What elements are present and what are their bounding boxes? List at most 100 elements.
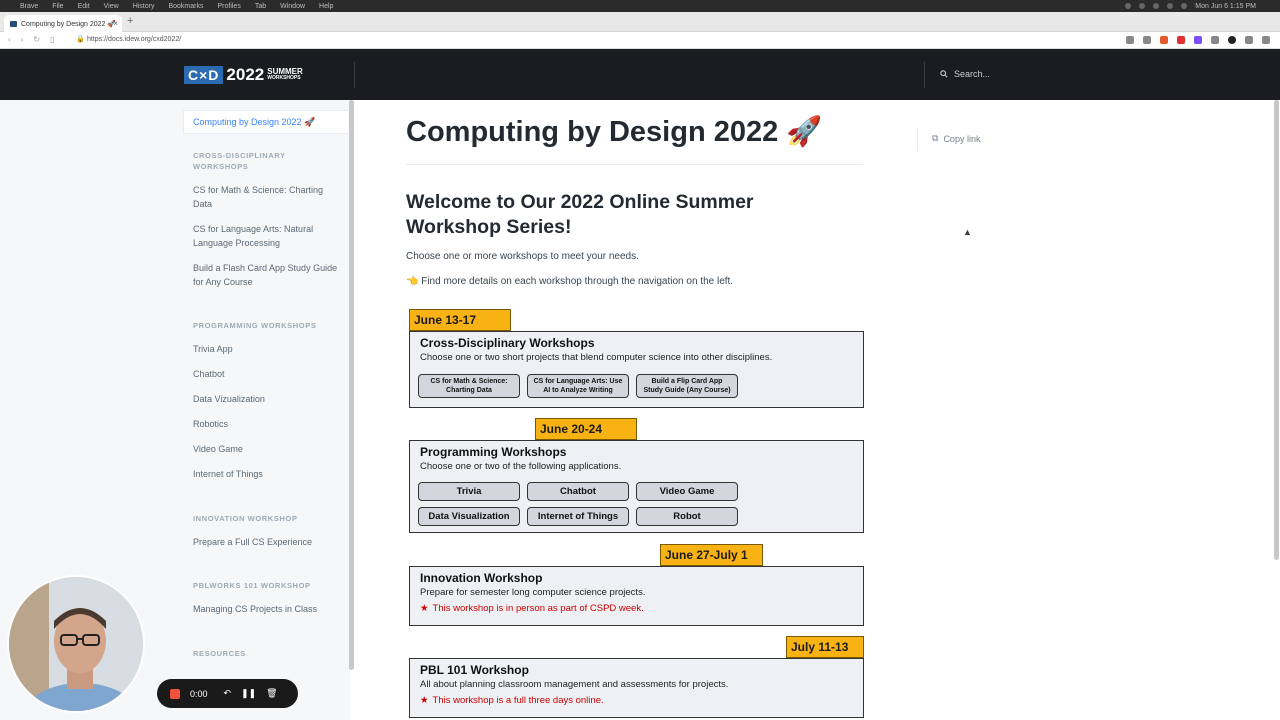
browser-tab-strip: Computing by Design 2022 🚀 × +: [0, 12, 1280, 32]
sidebar-item-data-viz[interactable]: Data Vizualization: [193, 393, 338, 407]
menu-file[interactable]: File: [52, 3, 63, 10]
menu-help[interactable]: Help: [319, 3, 333, 10]
sidebar-item-language-arts[interactable]: CS for Language Arts: Natural Language P…: [193, 223, 338, 250]
sidebar-heading-pblworks: PBLWORKS 101 WORKSHOP: [193, 581, 311, 590]
sidebar-heading-innovation: INNOVATION WORKSHOP: [193, 514, 298, 523]
sidebar-item-managing-cs[interactable]: Managing CS Projects in Class: [193, 603, 338, 617]
workshop-box-cross: Cross-Disciplinary Workshops Choose one …: [409, 331, 864, 408]
option-flip-card[interactable]: Build a Flip Card App Study Guide (Any Co…: [636, 374, 738, 398]
menu-bookmarks[interactable]: Bookmarks: [168, 3, 203, 10]
address-bar: ‹ › ↻ ▯ 🔒 https://docs.idew.org/cxd2022/: [0, 32, 1280, 49]
sidebar-item-chatbot[interactable]: Chatbot: [193, 368, 338, 382]
date-badge-pbl: July 11-13: [786, 636, 864, 658]
menu-icon[interactable]: [1262, 36, 1270, 44]
option-chatbot[interactable]: Chatbot: [527, 482, 629, 501]
option-video-game[interactable]: Video Game: [636, 482, 738, 501]
sidebar-item-full-cs[interactable]: Prepare a Full CS Experience: [193, 536, 338, 550]
menu-window[interactable]: Window: [280, 3, 305, 10]
logo-workshops: WORKSHOPS: [267, 75, 301, 81]
main-scrollbar[interactable]: [1274, 100, 1279, 560]
sidebar-item-trivia[interactable]: Trivia App: [193, 343, 338, 357]
trash-icon[interactable]: 🗑: [266, 688, 277, 699]
profile-icon[interactable]: [1228, 36, 1236, 44]
workshop-desc: Prepare for semester long computer scien…: [420, 587, 646, 598]
logo-cxd: C×D: [184, 66, 224, 84]
webcam-bubble[interactable]: [7, 575, 145, 713]
option-iot[interactable]: Internet of Things: [527, 507, 629, 526]
copy-link-label: Copy link: [943, 133, 981, 144]
menu-profiles[interactable]: Profiles: [217, 3, 240, 10]
undo-icon[interactable]: ↶: [224, 688, 232, 699]
presenter-avatar: [9, 577, 143, 711]
status-icon[interactable]: [1139, 3, 1146, 9]
menu-clock[interactable]: Mon Jun 6 1:15 PM: [1195, 3, 1256, 10]
extension-icon[interactable]: [1126, 36, 1134, 44]
link-icon: ⧉: [932, 133, 939, 143]
extension-icon[interactable]: [1177, 36, 1185, 44]
option-trivia[interactable]: Trivia: [418, 482, 520, 501]
sidebar-item-robotics[interactable]: Robotics: [193, 418, 338, 432]
recording-time: 0:00: [190, 688, 208, 699]
option-robot[interactable]: Robot: [636, 507, 738, 526]
new-tab-icon[interactable]: +: [127, 15, 133, 27]
search-box[interactable]: Search...: [940, 69, 990, 79]
copy-link-button[interactable]: ⧉ Copy link: [932, 133, 980, 144]
battery-icon[interactable]: [1181, 3, 1188, 9]
option-math-science[interactable]: CS for Math & Science: Charting Data: [418, 374, 520, 398]
browser-tab[interactable]: Computing by Design 2022 🚀 ×: [4, 15, 122, 32]
note-text: This workshop is in person as part of CS…: [432, 603, 644, 614]
status-icon[interactable]: [1125, 3, 1132, 9]
menu-view[interactable]: View: [104, 3, 119, 10]
menu-history[interactable]: History: [133, 3, 155, 10]
search-icon: [940, 70, 948, 78]
sidebar-scrollbar[interactable]: [349, 100, 354, 670]
date-badge-cross: June 13-17: [409, 309, 511, 331]
workshop-title: Innovation Workshop: [420, 571, 543, 585]
reload-icon[interactable]: ↻: [33, 35, 40, 44]
brave-shield-icon[interactable]: [1160, 36, 1168, 44]
option-data-visualization[interactable]: Data Visualization: [418, 507, 520, 526]
title-divider: [406, 164, 863, 165]
star-icon: ★: [420, 695, 429, 706]
sidebar-item-math-science[interactable]: CS for Math & Science: Charting Data: [193, 184, 338, 211]
extension-icon[interactable]: [1194, 36, 1202, 44]
site-logo[interactable]: C×D 2022 SUMMER WORKSHOPS: [184, 65, 303, 85]
search-input[interactable]: Search...: [954, 69, 990, 79]
system-menu-bar: Brave File Edit View History Bookmarks P…: [0, 0, 1280, 12]
menu-tab[interactable]: Tab: [255, 3, 266, 10]
logo-subtitle: SUMMER WORKSHOPS: [267, 68, 303, 82]
stop-recording-button[interactable]: [170, 688, 180, 699]
workshop-box-innovation: Innovation Workshop Prepare for semester…: [409, 566, 864, 626]
favicon-icon: [10, 20, 17, 27]
sidebar-item-video-game[interactable]: Video Game: [193, 443, 338, 457]
welcome-heading: Welcome to Our 2022 Online Summer Worksh…: [406, 191, 754, 238]
workshop-note: ★ This workshop is a full three days onl…: [420, 695, 604, 706]
workshop-box-programming: Programming Workshops Choose one or two …: [409, 440, 864, 533]
date-badge-programming: June 20-24: [535, 418, 637, 440]
details-text: 👈 Find more details on each workshop thr…: [406, 276, 734, 287]
menu-app[interactable]: Brave: [20, 3, 38, 10]
bookmark-icon[interactable]: ▯: [50, 35, 54, 44]
option-language-arts[interactable]: CS for Language Arts: Use AI to Analyze W…: [527, 374, 629, 398]
site-header: C×D 2022 SUMMER WORKSHOPS Search...: [0, 49, 1280, 100]
status-icon[interactable]: [1153, 3, 1160, 9]
extension-icon[interactable]: [1143, 36, 1151, 44]
close-tab-icon[interactable]: ×: [113, 19, 118, 28]
lock-icon[interactable]: 🔒: [76, 35, 85, 43]
workshop-desc: Choose one or two short projects that bl…: [420, 352, 773, 363]
sidebar-item-iot[interactable]: Internet of Things: [193, 468, 338, 482]
sidebar-item-home[interactable]: Computing by Design 2022 🚀: [183, 110, 348, 134]
extension-icon[interactable]: [1245, 36, 1253, 44]
menu-edit[interactable]: Edit: [78, 3, 90, 10]
back-icon[interactable]: ‹: [8, 35, 11, 44]
pause-icon[interactable]: ❚❚: [241, 688, 256, 699]
date-badge-innovation: June 27-July 1: [660, 544, 763, 566]
url-field[interactable]: https://docs.idew.org/cxd2022/: [87, 36, 181, 43]
intro-text: Choose one or more workshops to meet you…: [406, 251, 639, 262]
header-divider: [924, 62, 925, 88]
forward-icon[interactable]: ›: [21, 35, 24, 44]
logo-year: 2022: [226, 65, 265, 84]
sidebar-item-flash-card[interactable]: Build a Flash Card App Study Guide for A…: [193, 262, 338, 289]
wifi-icon[interactable]: [1167, 3, 1174, 9]
extension-icon[interactable]: [1211, 36, 1219, 44]
